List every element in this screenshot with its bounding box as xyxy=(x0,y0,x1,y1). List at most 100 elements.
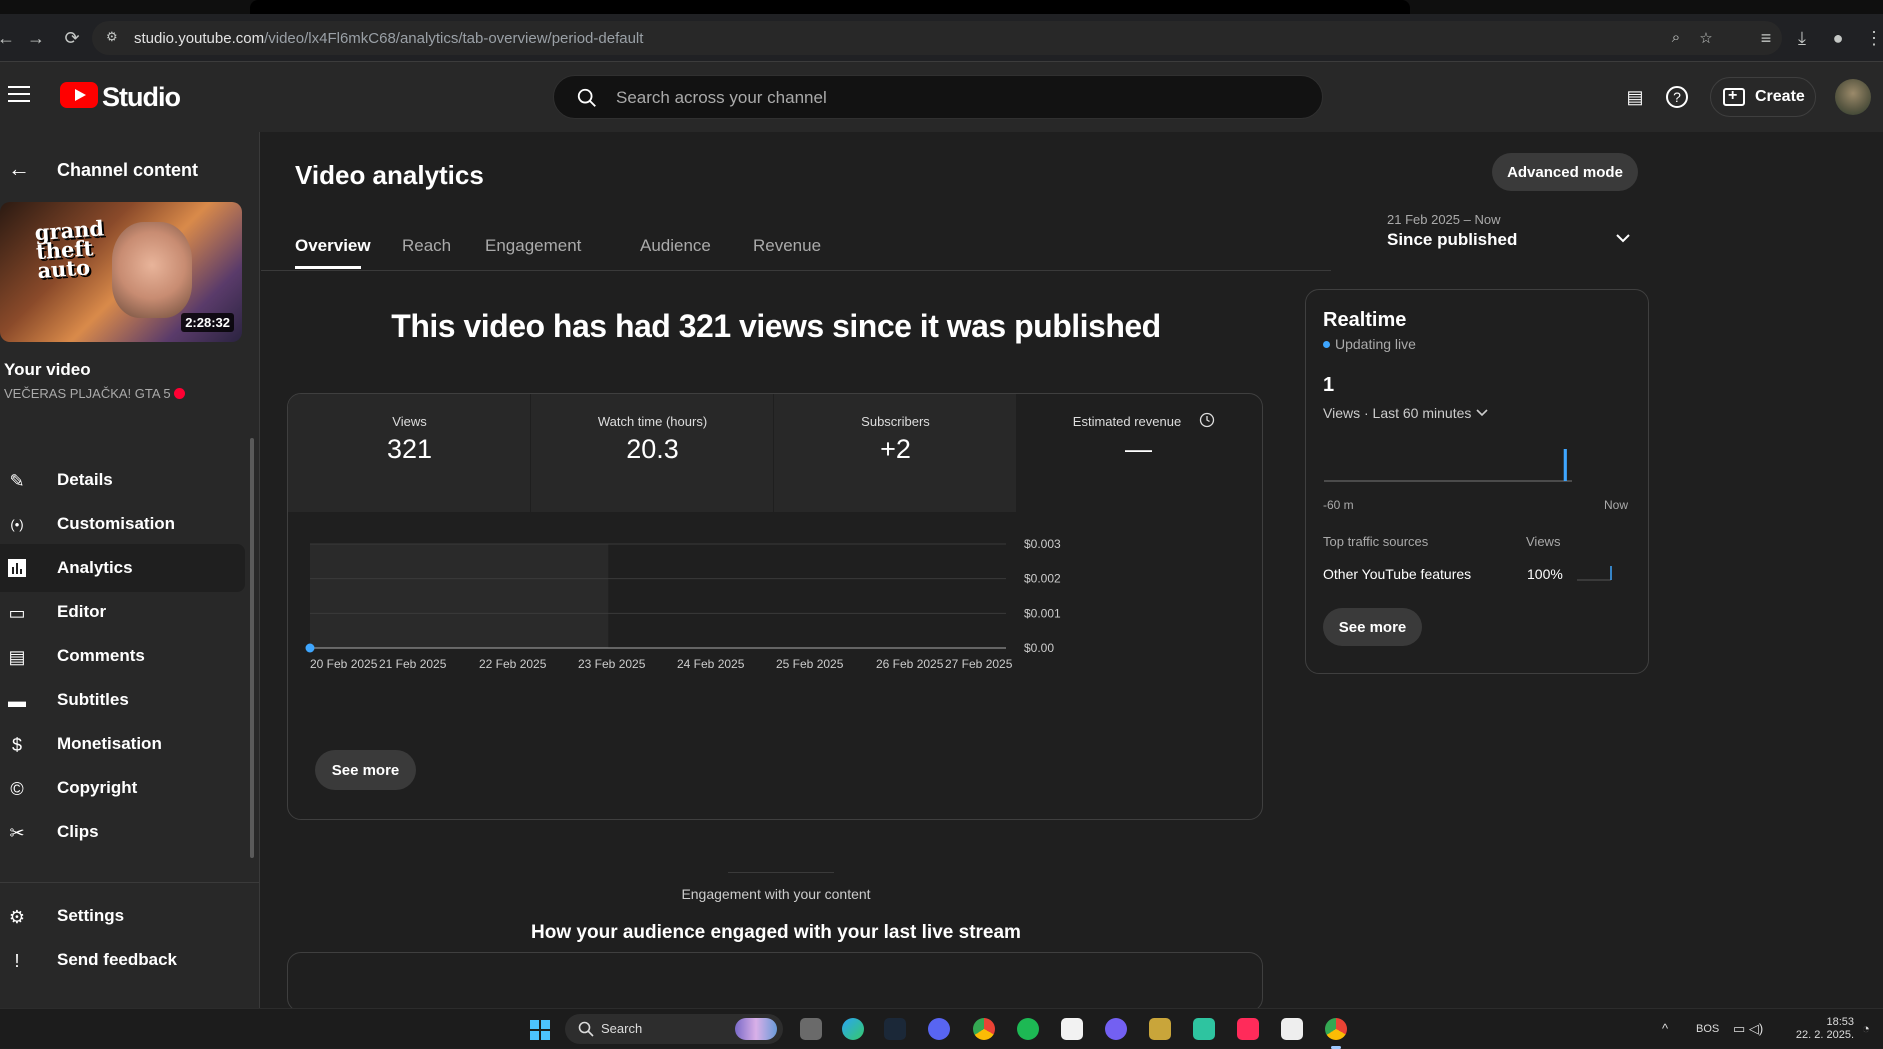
profile-icon[interactable]: ● xyxy=(1826,26,1850,50)
feedback-icon[interactable]: ▤ xyxy=(1622,84,1648,110)
live-dot-icon xyxy=(173,388,185,399)
studio-header: Studio Search across your channel ▤ ? Cr… xyxy=(0,62,1883,132)
android-studio-icon[interactable] xyxy=(1193,1018,1215,1040)
browser-menu-icon[interactable]: ⋮ xyxy=(1862,26,1883,50)
metric-watch-time[interactable]: Watch time (hours) 20.3 xyxy=(531,394,774,512)
sidebar-item-analytics[interactable]: Analytics xyxy=(0,544,245,592)
traffic-source-sparkline xyxy=(1577,566,1612,581)
sidebar-item-clips[interactable]: ✂ Clips xyxy=(0,808,245,856)
gear-icon: ⚙ xyxy=(8,907,26,927)
sidebar-item-editor[interactable]: ▭ Editor xyxy=(0,588,245,636)
tab-revenue[interactable]: Revenue xyxy=(753,236,821,256)
realtime-metric-selector[interactable]: Views · Last 60 minutes xyxy=(1323,405,1489,421)
analytics-icon xyxy=(6,558,28,580)
period-selector[interactable]: Since published xyxy=(1387,230,1517,250)
realtime-see-more-button[interactable]: See more xyxy=(1323,608,1422,646)
media-control-icon[interactable]: ≡ xyxy=(1754,26,1778,50)
chrome-active-icon[interactable] xyxy=(1325,1018,1347,1049)
sidebar-item-monetisation[interactable]: $ Monetisation xyxy=(0,720,245,768)
browser-tab[interactable] xyxy=(250,0,1410,14)
forward-icon[interactable]: → xyxy=(24,26,48,50)
taskbar-search-label: Search xyxy=(601,1021,643,1036)
sidebar-item-label: Comments xyxy=(57,646,145,665)
scissors-icon: ✂ xyxy=(9,823,25,843)
tray-overflow-icon[interactable]: ^ xyxy=(1662,1021,1668,1036)
task-view-icon[interactable] xyxy=(800,1018,822,1040)
taskbar-search[interactable]: Search xyxy=(565,1014,783,1044)
realtime-count: 1 xyxy=(1323,374,1335,396)
video-thumbnail[interactable]: grand theft auto 2:28:32 xyxy=(0,202,242,342)
tabs-divider xyxy=(261,270,1331,271)
chart-y-tick-label: $0.001 xyxy=(1024,606,1061,620)
discord-icon[interactable] xyxy=(928,1018,950,1040)
edge-icon[interactable] xyxy=(842,1018,864,1040)
tiktok-icon[interactable] xyxy=(1237,1018,1259,1040)
taskbar-clock[interactable]: 18:53 22. 2. 2025. xyxy=(1794,1016,1854,1042)
notifications-icon[interactable]: ◔ xyxy=(1862,1021,1870,1036)
sidebar-item-label: Analytics xyxy=(57,558,133,577)
site-settings-icon[interactable]: ⚙ xyxy=(106,29,124,47)
search-icon xyxy=(577,88,596,107)
date-range[interactable]: 21 Feb 2025 – Now xyxy=(1387,212,1500,227)
spotify-icon[interactable] xyxy=(1017,1018,1039,1040)
chevron-down-icon[interactable] xyxy=(1613,228,1633,248)
advanced-mode-button[interactable]: Advanced mode xyxy=(1492,153,1638,191)
sidebar-scrollbar[interactable] xyxy=(250,428,254,992)
reload-icon[interactable]: ⟳ xyxy=(60,26,84,50)
zoom-icon[interactable]: ⌕ xyxy=(1666,29,1686,49)
capcut-icon[interactable] xyxy=(1281,1018,1303,1040)
create-label: Create xyxy=(1755,88,1805,105)
tab-overview[interactable]: Overview xyxy=(295,236,371,256)
sidebar-item-send-feedback[interactable]: ! Send feedback xyxy=(0,936,245,984)
chart-y-tick-label: $0.002 xyxy=(1024,572,1061,586)
epic-games-icon[interactable] xyxy=(1061,1018,1083,1040)
back-icon[interactable]: ← xyxy=(0,26,18,50)
tab-engagement[interactable]: Engagement xyxy=(485,236,581,256)
chart-x-tick-label: 25 Feb 2025 xyxy=(776,657,844,671)
network-volume-icon[interactable]: ▭ ◁) xyxy=(1733,1021,1763,1037)
realtime-card: Realtime Updating live 1 Views · Last 60… xyxy=(1305,289,1649,674)
see-more-button[interactable]: See more xyxy=(315,750,416,790)
download-icon[interactable]: ⤓ xyxy=(1790,26,1814,50)
channel-content-back-button[interactable]: ← Channel content xyxy=(0,152,260,188)
input-language[interactable]: BOS xyxy=(1696,1023,1719,1035)
steam-icon[interactable] xyxy=(884,1018,906,1040)
avatar[interactable] xyxy=(1835,79,1871,115)
search-input[interactable]: Search across your channel xyxy=(553,75,1323,119)
sidebar: ← Channel content grand theft auto 2:28:… xyxy=(0,132,260,1008)
metric-estimated-revenue[interactable]: Estimated revenue — xyxy=(1017,394,1260,512)
subtitles-icon: ▬ xyxy=(8,691,26,711)
create-button[interactable]: Create xyxy=(1710,77,1816,117)
league-icon[interactable] xyxy=(1149,1018,1171,1040)
back-label: Channel content xyxy=(57,160,199,180)
realtime-axis-right: Now xyxy=(1604,498,1629,512)
metric-subscribers[interactable]: Subscribers +2 xyxy=(774,394,1017,512)
viber-icon[interactable] xyxy=(1105,1018,1127,1040)
metric-value: — xyxy=(1125,434,1152,464)
sidebar-item-comments[interactable]: ▤ Comments xyxy=(0,632,245,680)
tab-audience[interactable]: Audience xyxy=(640,236,711,256)
sidebar-item-label: Copyright xyxy=(57,778,138,797)
address-bar[interactable]: ⚙ studio.youtube.com/video/lx4Fl6mkC68/a… xyxy=(92,21,1782,55)
feedback-flag-icon: ! xyxy=(14,951,20,971)
windows-start-icon[interactable] xyxy=(530,1020,550,1040)
sidebar-item-settings[interactable]: ⚙ Settings xyxy=(0,892,245,940)
sidebar-item-copyright[interactable]: © Copyright xyxy=(0,764,245,812)
bookmark-star-icon[interactable]: ☆ xyxy=(1696,29,1716,49)
search-icon xyxy=(578,1021,594,1037)
your-video-label: Your video xyxy=(4,360,91,379)
sidebar-item-details[interactable]: ✎ Details xyxy=(0,456,245,504)
dollar-icon: $ xyxy=(11,735,22,755)
sidebar-item-customisation[interactable]: (•) Customisation xyxy=(0,500,245,548)
menu-icon[interactable] xyxy=(8,86,30,104)
metric-views[interactable]: Views 321 xyxy=(288,394,531,512)
metric-value: +2 xyxy=(880,434,911,464)
chrome-icon[interactable] xyxy=(973,1018,995,1040)
sidebar-item-subtitles[interactable]: ▬ Subtitles xyxy=(0,676,245,724)
section-divider xyxy=(728,872,834,873)
tab-reach[interactable]: Reach xyxy=(402,236,451,256)
help-icon[interactable]: ? xyxy=(1666,86,1688,108)
traffic-source-name: Other YouTube features xyxy=(1323,566,1472,582)
browser-tab-strip xyxy=(0,0,1883,14)
sidebar-item-label: Customisation xyxy=(57,514,176,533)
